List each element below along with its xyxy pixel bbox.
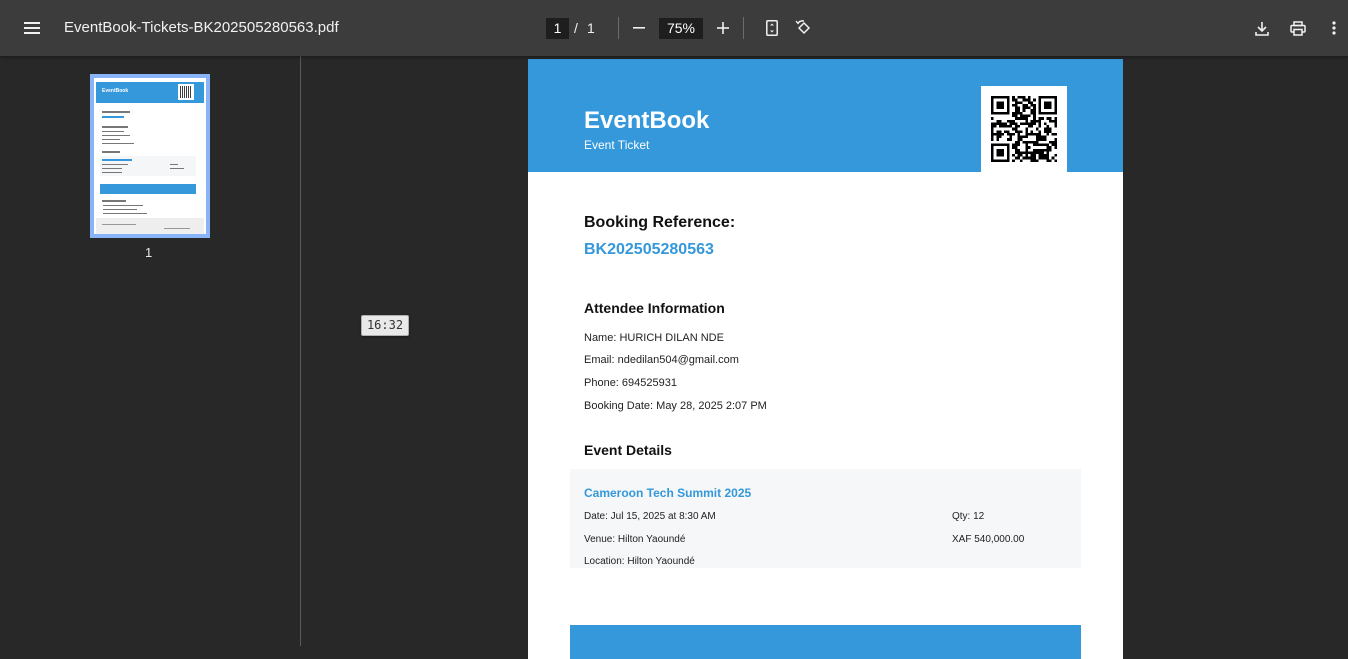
total-pages: 1	[587, 20, 595, 36]
page-number-input[interactable]: 1	[546, 18, 569, 39]
ticket-brand: EventBook	[584, 107, 710, 134]
event-location: Location: Hilton Yaoundé	[584, 556, 695, 567]
page-thumbnail[interactable]: EventBook	[90, 74, 210, 238]
booking-reference-label: Booking Reference:	[584, 214, 736, 231]
booking-date: Booking Date: May 28, 2025 2:07 PM	[584, 400, 767, 412]
print-icon[interactable]	[1282, 12, 1314, 44]
toolbar-divider	[743, 17, 744, 39]
event-name: Cameroon Tech Summit 2025	[584, 486, 752, 500]
zoom-in-button[interactable]	[707, 12, 739, 44]
more-options-icon[interactable]	[1318, 12, 1348, 44]
pdf-page: EventBook Event Ticket Booking Reference…	[528, 59, 1123, 659]
ticket-price: XAF 540,000.00	[952, 534, 1025, 545]
total-bar	[570, 625, 1081, 659]
thumbnail-page-label: 1	[145, 245, 153, 260]
attendee-name: Name: HURICH DILAN NDE	[584, 332, 724, 344]
page-separator: /	[574, 20, 578, 36]
fit-page-icon[interactable]	[756, 12, 788, 44]
event-details-heading: Event Details	[584, 442, 672, 458]
time-badge: 16:32	[361, 315, 409, 336]
ticket-quantity: Qty: 12	[952, 511, 985, 522]
event-card: Cameroon Tech Summit 2025 Date: Jul 15, …	[570, 469, 1081, 568]
rotate-icon[interactable]	[788, 12, 820, 44]
pdf-toolbar: EventBook-Tickets-BK202505280563.pdf 1 /…	[0, 0, 1348, 56]
attendee-heading: Attendee Information	[584, 300, 725, 316]
event-venue: Venue: Hilton Yaoundé	[584, 534, 686, 545]
document-title: EventBook-Tickets-BK202505280563.pdf	[64, 19, 339, 36]
ticket-subtitle: Event Ticket	[584, 138, 650, 152]
toolbar-divider	[618, 17, 619, 39]
qr-code-graphic	[991, 96, 1057, 162]
zoom-out-button[interactable]	[623, 12, 655, 44]
attendee-phone: Phone: 694525931	[584, 377, 677, 389]
attendee-email: Email: ndedilan504@gmail.com	[584, 354, 739, 366]
menu-icon[interactable]	[16, 12, 48, 44]
download-icon[interactable]	[1246, 12, 1278, 44]
zoom-input[interactable]: 75%	[659, 18, 703, 39]
event-date: Date: Jul 15, 2025 at 8:30 AM	[584, 511, 716, 522]
thumbnail-preview: EventBook	[94, 78, 206, 234]
booking-reference-value: BK202505280563	[584, 241, 714, 258]
sidebar-divider	[300, 56, 301, 646]
qr-code	[981, 86, 1067, 172]
